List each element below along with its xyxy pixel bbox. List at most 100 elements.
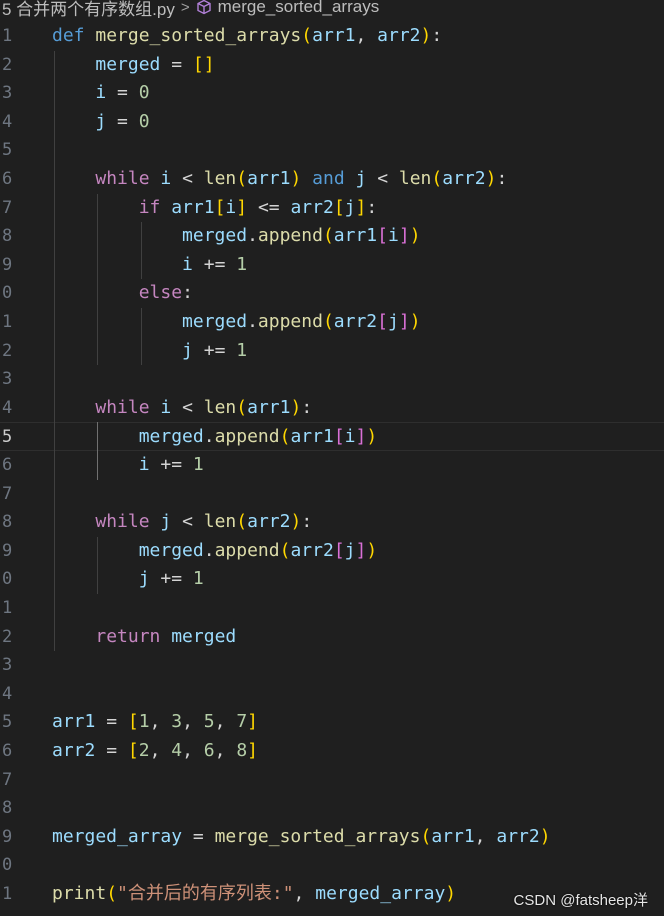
code-token: : bbox=[496, 168, 508, 189]
code-line[interactable]: 2 return merged bbox=[0, 623, 664, 652]
chevron-right-icon: > bbox=[180, 0, 190, 16]
code-line[interactable]: 0 else: bbox=[0, 279, 664, 308]
code-line[interactable]: 3 bbox=[0, 365, 664, 394]
code-token: : bbox=[301, 511, 313, 533]
code-line[interactable]: 7 bbox=[0, 766, 664, 795]
code-line[interactable]: 9 i += 1 bbox=[0, 251, 664, 280]
method-cube-icon bbox=[196, 0, 212, 15]
code-line[interactable]: 8 while j < len(arr2): bbox=[0, 508, 664, 537]
code-editor[interactable]: 1 def merge_sorted_arrays(arr1, arr2): 2 m… bbox=[0, 22, 664, 916]
code-token: += bbox=[192, 339, 237, 361]
code-text: else: bbox=[52, 279, 193, 308]
code-line[interactable]: 7 if arr1[i] <= arr2[j]: bbox=[0, 194, 664, 223]
code-line[interactable]: 1 bbox=[0, 594, 664, 623]
code-line[interactable]: 4 j = 0 bbox=[0, 108, 664, 137]
code-token: append bbox=[257, 225, 323, 247]
code-token: ) bbox=[290, 511, 302, 533]
code-line[interactable]: 5 arr1 = [1, 3, 5, 7] bbox=[0, 708, 664, 737]
code-line[interactable]: 7 bbox=[0, 480, 664, 509]
code-line[interactable]: 6 i += 1 bbox=[0, 451, 664, 480]
code-token: merged_array bbox=[52, 825, 183, 847]
code-token: += bbox=[149, 454, 193, 475]
code-token: ( bbox=[301, 25, 313, 46]
code-token: [ bbox=[127, 711, 139, 733]
code-line[interactable]: 5 merged.append(arr1[i]) bbox=[0, 422, 664, 451]
line-number: 8 bbox=[2, 798, 13, 819]
code-token: j bbox=[355, 168, 367, 189]
code-line[interactable]: 0 bbox=[0, 851, 664, 880]
code-token: : bbox=[366, 196, 378, 218]
code-line[interactable]: 6 while i < len(arr1) and j < len(arr2): bbox=[0, 165, 664, 194]
code-text: merged.append(arr1[i]) bbox=[52, 423, 377, 452]
line-number: 4 bbox=[2, 397, 13, 418]
code-token: ] bbox=[247, 711, 258, 733]
code-token: ( bbox=[236, 396, 248, 418]
code-token: ] bbox=[398, 311, 410, 332]
code-text: merged.append(arr2[j]) bbox=[52, 308, 420, 337]
code-token: len bbox=[203, 168, 237, 189]
line-number: 0 bbox=[2, 855, 13, 876]
code-line[interactable]: 6 arr2 = [2, 4, 6, 8] bbox=[0, 737, 664, 766]
code-token: ] bbox=[247, 740, 258, 761]
code-line[interactable]: 3 i = 0 bbox=[0, 79, 664, 108]
indent-guide bbox=[140, 222, 142, 280]
code-token: , bbox=[214, 740, 237, 761]
line-number: 7 bbox=[2, 769, 13, 790]
code-line[interactable]: 4 while i < len(arr1): bbox=[0, 394, 664, 423]
code-token: ] bbox=[355, 426, 367, 448]
code-line[interactable]: 1 merged.append(arr2[j]) bbox=[0, 308, 664, 337]
code-token: <= bbox=[247, 196, 291, 218]
code-token: < bbox=[171, 511, 204, 533]
code-token: , bbox=[149, 711, 172, 733]
code-token: arr1 bbox=[52, 711, 96, 733]
code-line[interactable]: 1 def merge_sorted_arrays(arr1, arr2): bbox=[0, 22, 664, 51]
line-number: 9 bbox=[2, 254, 13, 275]
indent-guide bbox=[97, 422, 99, 480]
code-line[interactable]: 9 merged_array = merge_sorted_arrays(arr1… bbox=[0, 823, 664, 852]
code-token: += bbox=[149, 568, 193, 590]
line-number: 9 bbox=[2, 826, 13, 847]
code-line[interactable]: 5 bbox=[0, 136, 664, 165]
code-line[interactable]: 2 merged = [] bbox=[0, 51, 664, 80]
code-line[interactable]: 0 j += 1 bbox=[0, 565, 664, 594]
line-number: 5 bbox=[2, 427, 13, 448]
code-token: i bbox=[138, 454, 150, 475]
code-token: , bbox=[149, 740, 172, 761]
breadcrumb-file[interactable]: 5 合并两个有序数组.py bbox=[2, 0, 175, 18]
code-token: [ bbox=[377, 311, 388, 332]
code-token: j bbox=[160, 511, 172, 533]
code-token: 5 bbox=[203, 711, 215, 733]
code-line[interactable]: 8 merged.append(arr1[i]) bbox=[0, 222, 664, 251]
code-line[interactable]: 8 bbox=[0, 794, 664, 823]
code-token: . bbox=[203, 539, 215, 561]
code-line[interactable]: 9 merged.append(arr2[j]) bbox=[0, 537, 664, 566]
code-line[interactable]: 2 j += 1 bbox=[0, 337, 664, 366]
code-text: return merged bbox=[52, 623, 236, 652]
code-token: append bbox=[257, 311, 323, 332]
code-token: len bbox=[203, 396, 237, 418]
code-token: 1 bbox=[236, 253, 248, 275]
code-line[interactable]: 3 bbox=[0, 651, 664, 680]
indent-guide bbox=[54, 50, 55, 652]
code-token: merge_sorted_arrays bbox=[214, 825, 421, 847]
code-token: arr1 bbox=[333, 225, 378, 247]
code-text: arr1 = [1, 3, 5, 7] bbox=[52, 708, 258, 737]
code-text: merged.append(arr1[i]) bbox=[52, 222, 420, 251]
line-number: 7 bbox=[2, 197, 13, 218]
indent-guide bbox=[140, 308, 142, 366]
code-line[interactable]: 4 bbox=[0, 680, 664, 709]
code-token: ) bbox=[290, 396, 302, 418]
code-token: ] bbox=[398, 225, 410, 247]
code-token: [] bbox=[192, 53, 215, 75]
code-token: 3 bbox=[171, 711, 183, 733]
code-token: if bbox=[138, 196, 172, 218]
code-token: merged bbox=[138, 539, 204, 561]
breadcrumb-symbol[interactable]: merge_sorted_arrays bbox=[218, 0, 380, 17]
code-token: , bbox=[355, 25, 378, 46]
line-number: 3 bbox=[2, 655, 13, 676]
code-token: : bbox=[431, 25, 443, 46]
